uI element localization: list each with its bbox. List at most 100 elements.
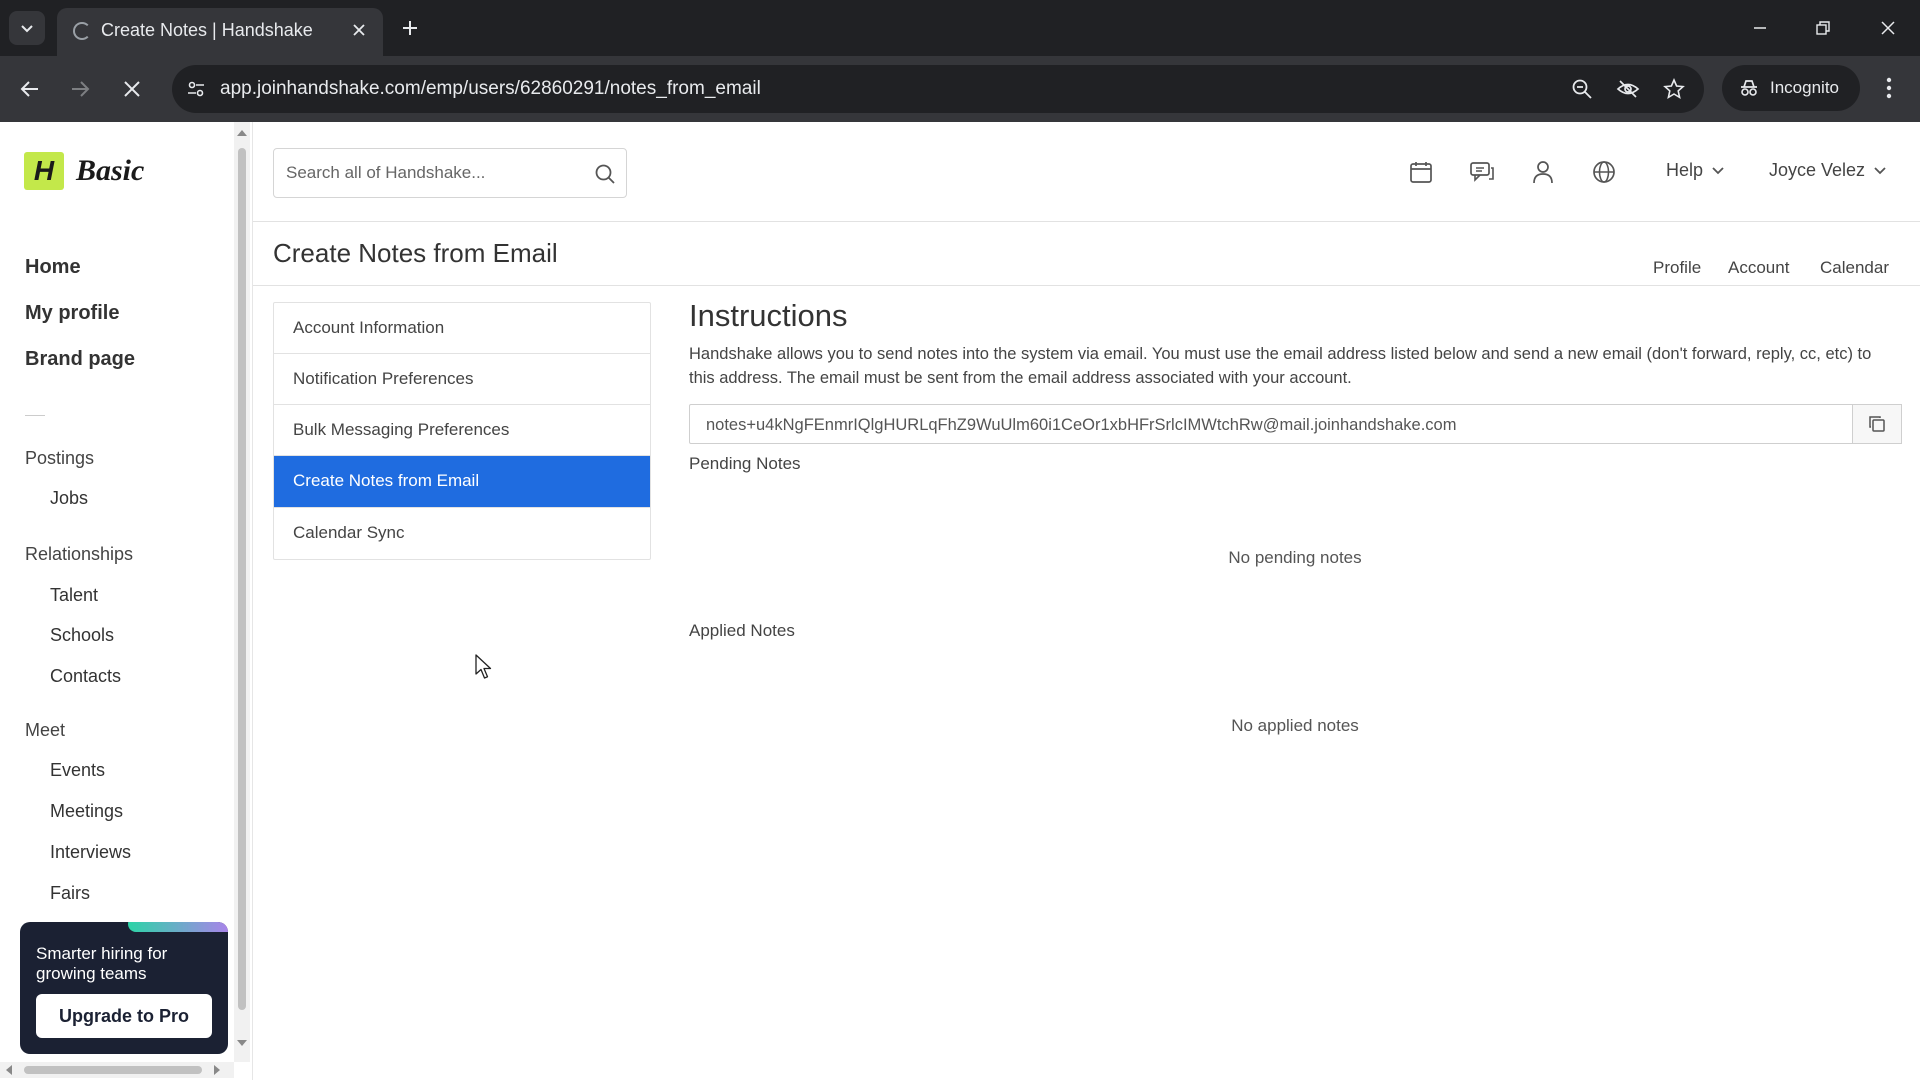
- chat-icon: [1470, 162, 1494, 182]
- settings-nav-account-information[interactable]: Account Information: [274, 303, 650, 354]
- user-name: Joyce Velez: [1769, 160, 1866, 180]
- arrow-right-icon: [72, 81, 90, 97]
- copy-email-button[interactable]: [1852, 404, 1902, 444]
- close-icon: [1881, 21, 1895, 35]
- scroll-up-arrow[interactable]: [237, 130, 247, 136]
- account-link[interactable]: Account: [1728, 258, 1789, 278]
- plan-name: Basic: [76, 154, 145, 187]
- profile-button[interactable]: [1529, 158, 1557, 186]
- window-close-button[interactable]: [1868, 10, 1908, 46]
- sidebar-item-fairs[interactable]: Fairs: [50, 883, 90, 904]
- user-menu[interactable]: Joyce Velez: [1769, 160, 1887, 181]
- sidebar-item-home[interactable]: Home: [25, 256, 81, 279]
- help-label: Help: [1666, 160, 1704, 180]
- bookmark-button[interactable]: [1660, 75, 1688, 103]
- top-header: Help Joyce Velez: [253, 122, 1920, 222]
- web-page: H Basic Home My profile Brand page Posti…: [0, 122, 1920, 1080]
- minimize-button[interactable]: [1740, 10, 1780, 46]
- notes-email-field: [689, 404, 1853, 444]
- upgrade-to-pro-button[interactable]: Upgrade to Pro: [36, 994, 212, 1038]
- calendar-button[interactable]: [1407, 158, 1435, 186]
- arrow-left-icon: [20, 81, 38, 97]
- chevron-down-icon: [1712, 166, 1724, 174]
- minimize-icon: [1754, 27, 1766, 29]
- help-menu[interactable]: Help: [1666, 160, 1725, 181]
- loading-icon: [73, 22, 91, 40]
- new-tab-button[interactable]: [396, 14, 424, 42]
- settings-nav-create-notes-from-email[interactable]: Create Notes from Email: [274, 456, 650, 508]
- tune-icon: [188, 81, 204, 97]
- browser-menu-button[interactable]: [1874, 72, 1904, 104]
- search-icon: [595, 164, 615, 184]
- stop-loading-button[interactable]: [116, 73, 148, 105]
- sidebar-item-schools[interactable]: Schools: [50, 625, 114, 646]
- site-info-button[interactable]: [180, 73, 212, 105]
- scrollbar-thumb[interactable]: [238, 148, 246, 1010]
- eye-off-icon: [1616, 80, 1640, 98]
- scrollbar-thumb[interactable]: [24, 1066, 202, 1074]
- incognito-label: Incognito: [1770, 78, 1839, 97]
- global-search: [273, 148, 627, 198]
- tab-search-button[interactable]: [9, 11, 45, 45]
- sidebar-divider: [25, 415, 45, 416]
- profile-link[interactable]: Profile: [1653, 258, 1701, 278]
- url-text[interactable]: app.joinhandshake.com/emp/users/62860291…: [220, 78, 761, 100]
- sidebar: H Basic Home My profile Brand page Posti…: [0, 122, 234, 1062]
- restore-button[interactable]: [1803, 10, 1843, 46]
- star-icon: [1663, 78, 1685, 100]
- promo-text: Smarter hiring for growing teams: [36, 944, 168, 983]
- settings-nav-notification-preferences[interactable]: Notification Preferences: [274, 354, 650, 405]
- content-area: Help Joyce Velez Create Notes from Email…: [252, 122, 1920, 1080]
- sidebar-group-postings: Postings: [25, 448, 95, 468]
- applied-notes-empty: No applied notes: [1231, 716, 1359, 735]
- sidebar-item-interviews[interactable]: Interviews: [50, 842, 131, 863]
- incognito-indicator[interactable]: Incognito: [1722, 65, 1860, 111]
- sidebar-horizontal-scrollbar[interactable]: [0, 1062, 234, 1078]
- pending-notes-empty: No pending notes: [1228, 548, 1362, 567]
- scroll-down-arrow[interactable]: [237, 1040, 247, 1046]
- search-input[interactable]: [286, 161, 586, 185]
- scroll-left-arrow[interactable]: [6, 1065, 12, 1075]
- instructions-heading: Instructions: [689, 298, 848, 333]
- browser-tab[interactable]: Create Notes | Handshake: [57, 8, 383, 56]
- close-icon: [124, 81, 140, 97]
- sidebar-item-my-profile[interactable]: My profile: [25, 302, 119, 325]
- address-bar[interactable]: app.joinhandshake.com/emp/users/62860291…: [172, 65, 1704, 113]
- instructions-text: Handshake allows you to send notes into …: [689, 345, 1872, 387]
- sidebar-item-meetings[interactable]: Meetings: [50, 801, 123, 822]
- sidebar-item-contacts[interactable]: Contacts: [50, 666, 121, 687]
- restore-icon: [1816, 21, 1830, 35]
- notes-email-input[interactable]: [706, 414, 1836, 436]
- close-icon: [353, 24, 365, 36]
- sidebar-group-meet: Meet: [25, 720, 66, 740]
- page-title: Create Notes from Email: [273, 238, 558, 268]
- calendar-icon: [1410, 162, 1432, 183]
- settings-nav-calendar-sync[interactable]: Calendar Sync: [274, 508, 650, 559]
- zoom-button[interactable]: [1568, 75, 1596, 103]
- sidebar-item-talent[interactable]: Talent: [50, 585, 98, 606]
- calendar-link[interactable]: Calendar: [1820, 258, 1889, 278]
- back-button[interactable]: [14, 73, 46, 105]
- forward-button[interactable]: [64, 73, 96, 105]
- handshake-logo[interactable]: H Basic: [24, 152, 144, 190]
- pending-notes-label: Pending Notes: [689, 454, 801, 473]
- more-vertical-icon: [1886, 77, 1892, 99]
- messages-button[interactable]: [1468, 158, 1496, 186]
- scroll-right-arrow[interactable]: [214, 1065, 220, 1075]
- language-button[interactable]: [1590, 158, 1618, 186]
- tracking-protection-button[interactable]: [1614, 75, 1642, 103]
- sidebar-item-brand-page[interactable]: Brand page: [25, 348, 135, 371]
- sidebar-item-jobs[interactable]: Jobs: [50, 488, 88, 509]
- sidebar-vertical-scrollbar[interactable]: [234, 122, 250, 1062]
- sidebar-group-relationships: Relationships: [25, 544, 134, 564]
- tab-close-button[interactable]: [347, 18, 371, 42]
- upgrade-promo-card: Smarter hiring for growing teams Upgrade…: [20, 922, 228, 1054]
- applied-notes-label: Applied Notes: [689, 621, 795, 640]
- incognito-icon: [1741, 80, 1757, 96]
- sidebar-item-events[interactable]: Events: [50, 760, 105, 781]
- settings-nav-bulk-messaging-preferences[interactable]: Bulk Messaging Preferences: [274, 405, 650, 456]
- search-button[interactable]: [592, 161, 618, 187]
- globe-icon: [1593, 161, 1615, 183]
- page-title-bar: Create Notes from Email Profile Account …: [253, 222, 1920, 286]
- tab-title: Create Notes | Handshake: [101, 20, 313, 40]
